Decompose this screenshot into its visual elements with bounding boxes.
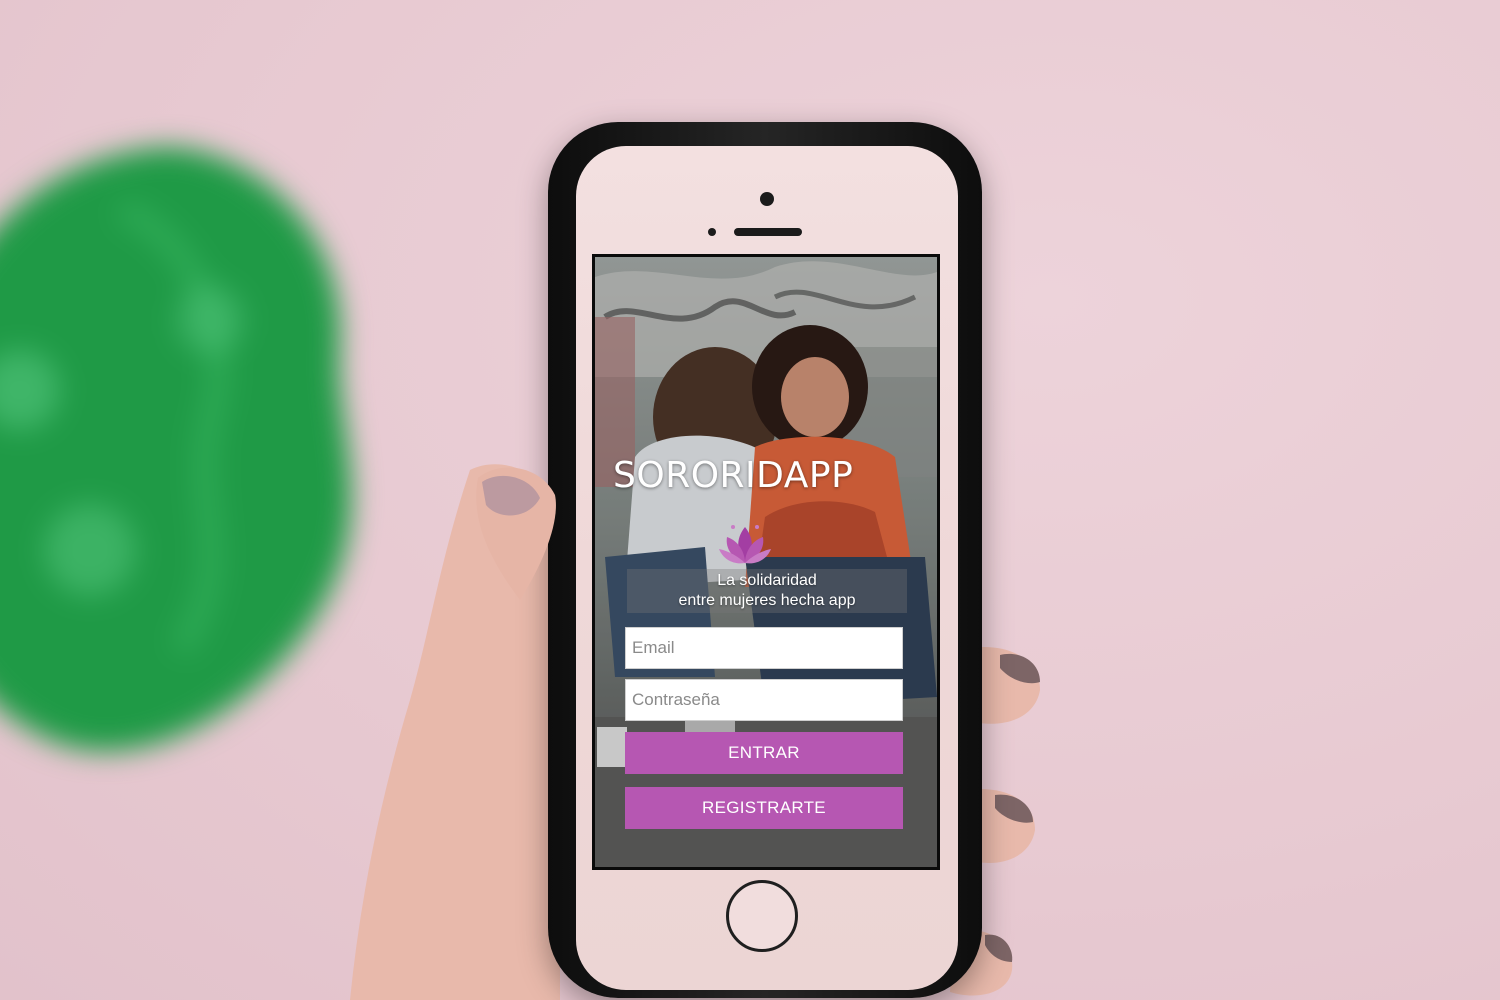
home-button[interactable] bbox=[726, 880, 798, 952]
register-button[interactable]: REGISTRARTE bbox=[625, 787, 903, 829]
tagline-box: La solidaridad entre mujeres hecha app bbox=[627, 569, 907, 613]
front-camera bbox=[760, 192, 774, 206]
proximity-sensor bbox=[708, 228, 716, 236]
email-input[interactable] bbox=[625, 627, 903, 669]
app-screen: SORORIDAPP La solidaridad entre mujeres … bbox=[592, 254, 940, 870]
password-input[interactable] bbox=[625, 679, 903, 721]
photo-scene: SORORIDAPP La solidaridad entre mujeres … bbox=[0, 0, 1500, 1000]
tagline-line-1: La solidaridad bbox=[717, 572, 817, 589]
login-button[interactable]: ENTRAR bbox=[625, 732, 903, 774]
app-title: SORORIDAPP bbox=[613, 455, 854, 496]
lotus-icon bbox=[719, 525, 771, 564]
tagline-line-2: entre mujeres hecha app bbox=[678, 592, 856, 609]
earpiece-speaker bbox=[734, 228, 802, 236]
tagline: La solidaridad entre mujeres hecha app bbox=[627, 569, 907, 611]
